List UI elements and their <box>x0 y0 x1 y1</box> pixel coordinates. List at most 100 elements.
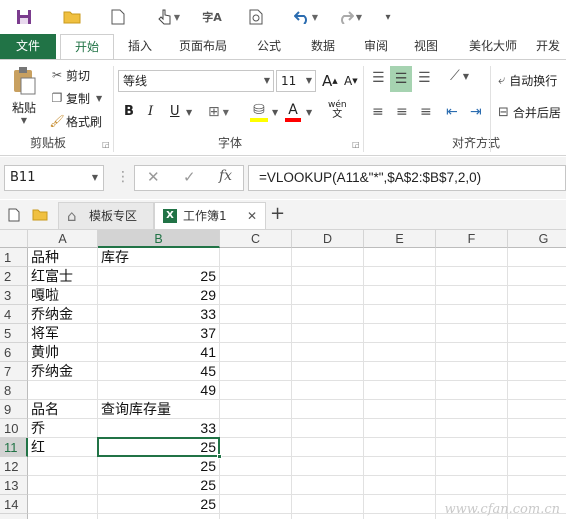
formula-input[interactable]: =VLOOKUP(A11&"*",$A$2:$B$7,2,0) <box>248 165 566 191</box>
copy-button[interactable]: ❐ 复制 ▼ <box>48 89 103 107</box>
cell-e8[interactable] <box>364 381 436 400</box>
cell-a11[interactable]: 红 <box>28 438 98 457</box>
cell-d4[interactable] <box>292 305 364 324</box>
column-header-g[interactable]: G <box>508 230 566 248</box>
column-header-c[interactable]: C <box>220 230 292 248</box>
cell-d14[interactable] <box>292 495 364 514</box>
cell-c3[interactable] <box>220 286 292 305</box>
cell-b13[interactable]: 25 <box>98 476 220 495</box>
tab-view[interactable]: 视图 <box>406 34 446 60</box>
cell-e1[interactable] <box>364 248 436 267</box>
tab-developer[interactable]: 开发 <box>536 34 566 60</box>
column-header-e[interactable]: E <box>364 230 436 248</box>
new-document-icon[interactable] <box>106 5 130 29</box>
cell-g11[interactable] <box>508 438 566 457</box>
cell-e5[interactable] <box>364 324 436 343</box>
cell-d3[interactable] <box>292 286 364 305</box>
align-center-button[interactable]: ≡ <box>396 104 408 120</box>
cut-button[interactable]: ✂ 剪切 <box>48 66 90 84</box>
cell-g5[interactable] <box>508 324 566 343</box>
row-header[interactable]: 7 <box>0 362 28 381</box>
cell-d1[interactable] <box>292 248 364 267</box>
cell-g10[interactable] <box>508 419 566 438</box>
cell-c4[interactable] <box>220 305 292 324</box>
cell-c15[interactable] <box>220 514 292 519</box>
cell-a8[interactable] <box>28 381 98 400</box>
cell-a5[interactable]: 将军 <box>28 324 98 343</box>
cell-e12[interactable] <box>364 457 436 476</box>
open-folder-icon[interactable] <box>60 5 84 29</box>
cell-e10[interactable] <box>364 419 436 438</box>
cell-f7[interactable] <box>436 362 508 381</box>
row-header[interactable]: 4 <box>0 305 28 324</box>
tab-insert[interactable]: 插入 <box>118 34 162 60</box>
clipboard-launcher-icon[interactable]: ◲ <box>102 140 110 149</box>
cell-b12[interactable]: 25 <box>98 457 220 476</box>
cell-e13[interactable] <box>364 476 436 495</box>
row-header[interactable]: 5 <box>0 324 28 343</box>
italic-button[interactable]: I <box>148 104 153 119</box>
undo-icon[interactable]: ▼ <box>288 5 324 29</box>
customize-icon[interactable]: ▾ <box>378 5 398 29</box>
grow-font-button[interactable]: A ▲ <box>322 72 338 90</box>
cell-d5[interactable] <box>292 324 364 343</box>
cell-e6[interactable] <box>364 343 436 362</box>
cell-a3[interactable]: 嘎啦 <box>28 286 98 305</box>
cell-a4[interactable]: 乔纳金 <box>28 305 98 324</box>
orientation-button[interactable]: ⟋ ▼ <box>450 68 469 84</box>
underline-button[interactable]: U <box>170 104 180 119</box>
cell-c13[interactable] <box>220 476 292 495</box>
cell-d13[interactable] <box>292 476 364 495</box>
cell-c7[interactable] <box>220 362 292 381</box>
row-header[interactable]: 9 <box>0 400 28 419</box>
cell-b6[interactable]: 41 <box>98 343 220 362</box>
cell-c12[interactable] <box>220 457 292 476</box>
cell-f3[interactable] <box>436 286 508 305</box>
row-header[interactable]: 3 <box>0 286 28 305</box>
cell-b10[interactable]: 33 <box>98 419 220 438</box>
cell-d7[interactable] <box>292 362 364 381</box>
cell-a10[interactable]: 乔 <box>28 419 98 438</box>
cell-d12[interactable] <box>292 457 364 476</box>
cell-a15[interactable] <box>28 514 98 519</box>
tab-data[interactable]: 数据 <box>302 34 344 60</box>
touch-mode-icon[interactable]: ▼ <box>152 5 186 29</box>
row-header[interactable]: 2 <box>0 267 28 286</box>
cell-b14[interactable]: 25 <box>98 495 220 514</box>
cell-g9[interactable] <box>508 400 566 419</box>
tab-page-layout[interactable]: 页面布局 <box>172 34 234 60</box>
cell-a12[interactable] <box>28 457 98 476</box>
column-header-d[interactable]: D <box>292 230 364 248</box>
tab-file[interactable]: 文件 <box>0 34 56 60</box>
row-header[interactable]: 14 <box>0 495 28 514</box>
phonetic-button[interactable]: wén 文 <box>328 100 347 120</box>
row-header[interactable]: 12 <box>0 457 28 476</box>
fill-color-button[interactable]: ⛁ <box>250 102 268 122</box>
cell-a7[interactable]: 乔纳金 <box>28 362 98 381</box>
cell-b11[interactable]: 25 <box>98 438 220 457</box>
cell-e14[interactable] <box>364 495 436 514</box>
cell-b5[interactable]: 37 <box>98 324 220 343</box>
cell-f11[interactable] <box>436 438 508 457</box>
tab-beautify[interactable]: 美化大师 <box>460 34 526 60</box>
cell-f9[interactable] <box>436 400 508 419</box>
chevron-down-icon[interactable]: ▼ <box>186 108 192 117</box>
align-bottom-button[interactable]: ☰ <box>418 70 431 86</box>
cell-a14[interactable] <box>28 495 98 514</box>
cell-e11[interactable] <box>364 438 436 457</box>
enter-check-icon[interactable]: ✓ <box>183 168 196 186</box>
cell-d9[interactable] <box>292 400 364 419</box>
align-right-button[interactable]: ≡ <box>420 104 432 120</box>
cell-e15[interactable] <box>364 514 436 519</box>
cell-b2[interactable]: 25 <box>98 267 220 286</box>
cell-d11[interactable] <box>292 438 364 457</box>
cell-f6[interactable] <box>436 343 508 362</box>
spell-check-icon[interactable]: 字A <box>200 5 224 29</box>
row-header[interactable]: 13 <box>0 476 28 495</box>
cell-g13[interactable] <box>508 476 566 495</box>
cell-c8[interactable] <box>220 381 292 400</box>
decrease-indent-button[interactable]: ⇤ <box>446 104 458 120</box>
cell-b4[interactable]: 33 <box>98 305 220 324</box>
bold-button[interactable]: B <box>124 104 134 119</box>
add-tab-icon[interactable]: + <box>270 203 285 224</box>
